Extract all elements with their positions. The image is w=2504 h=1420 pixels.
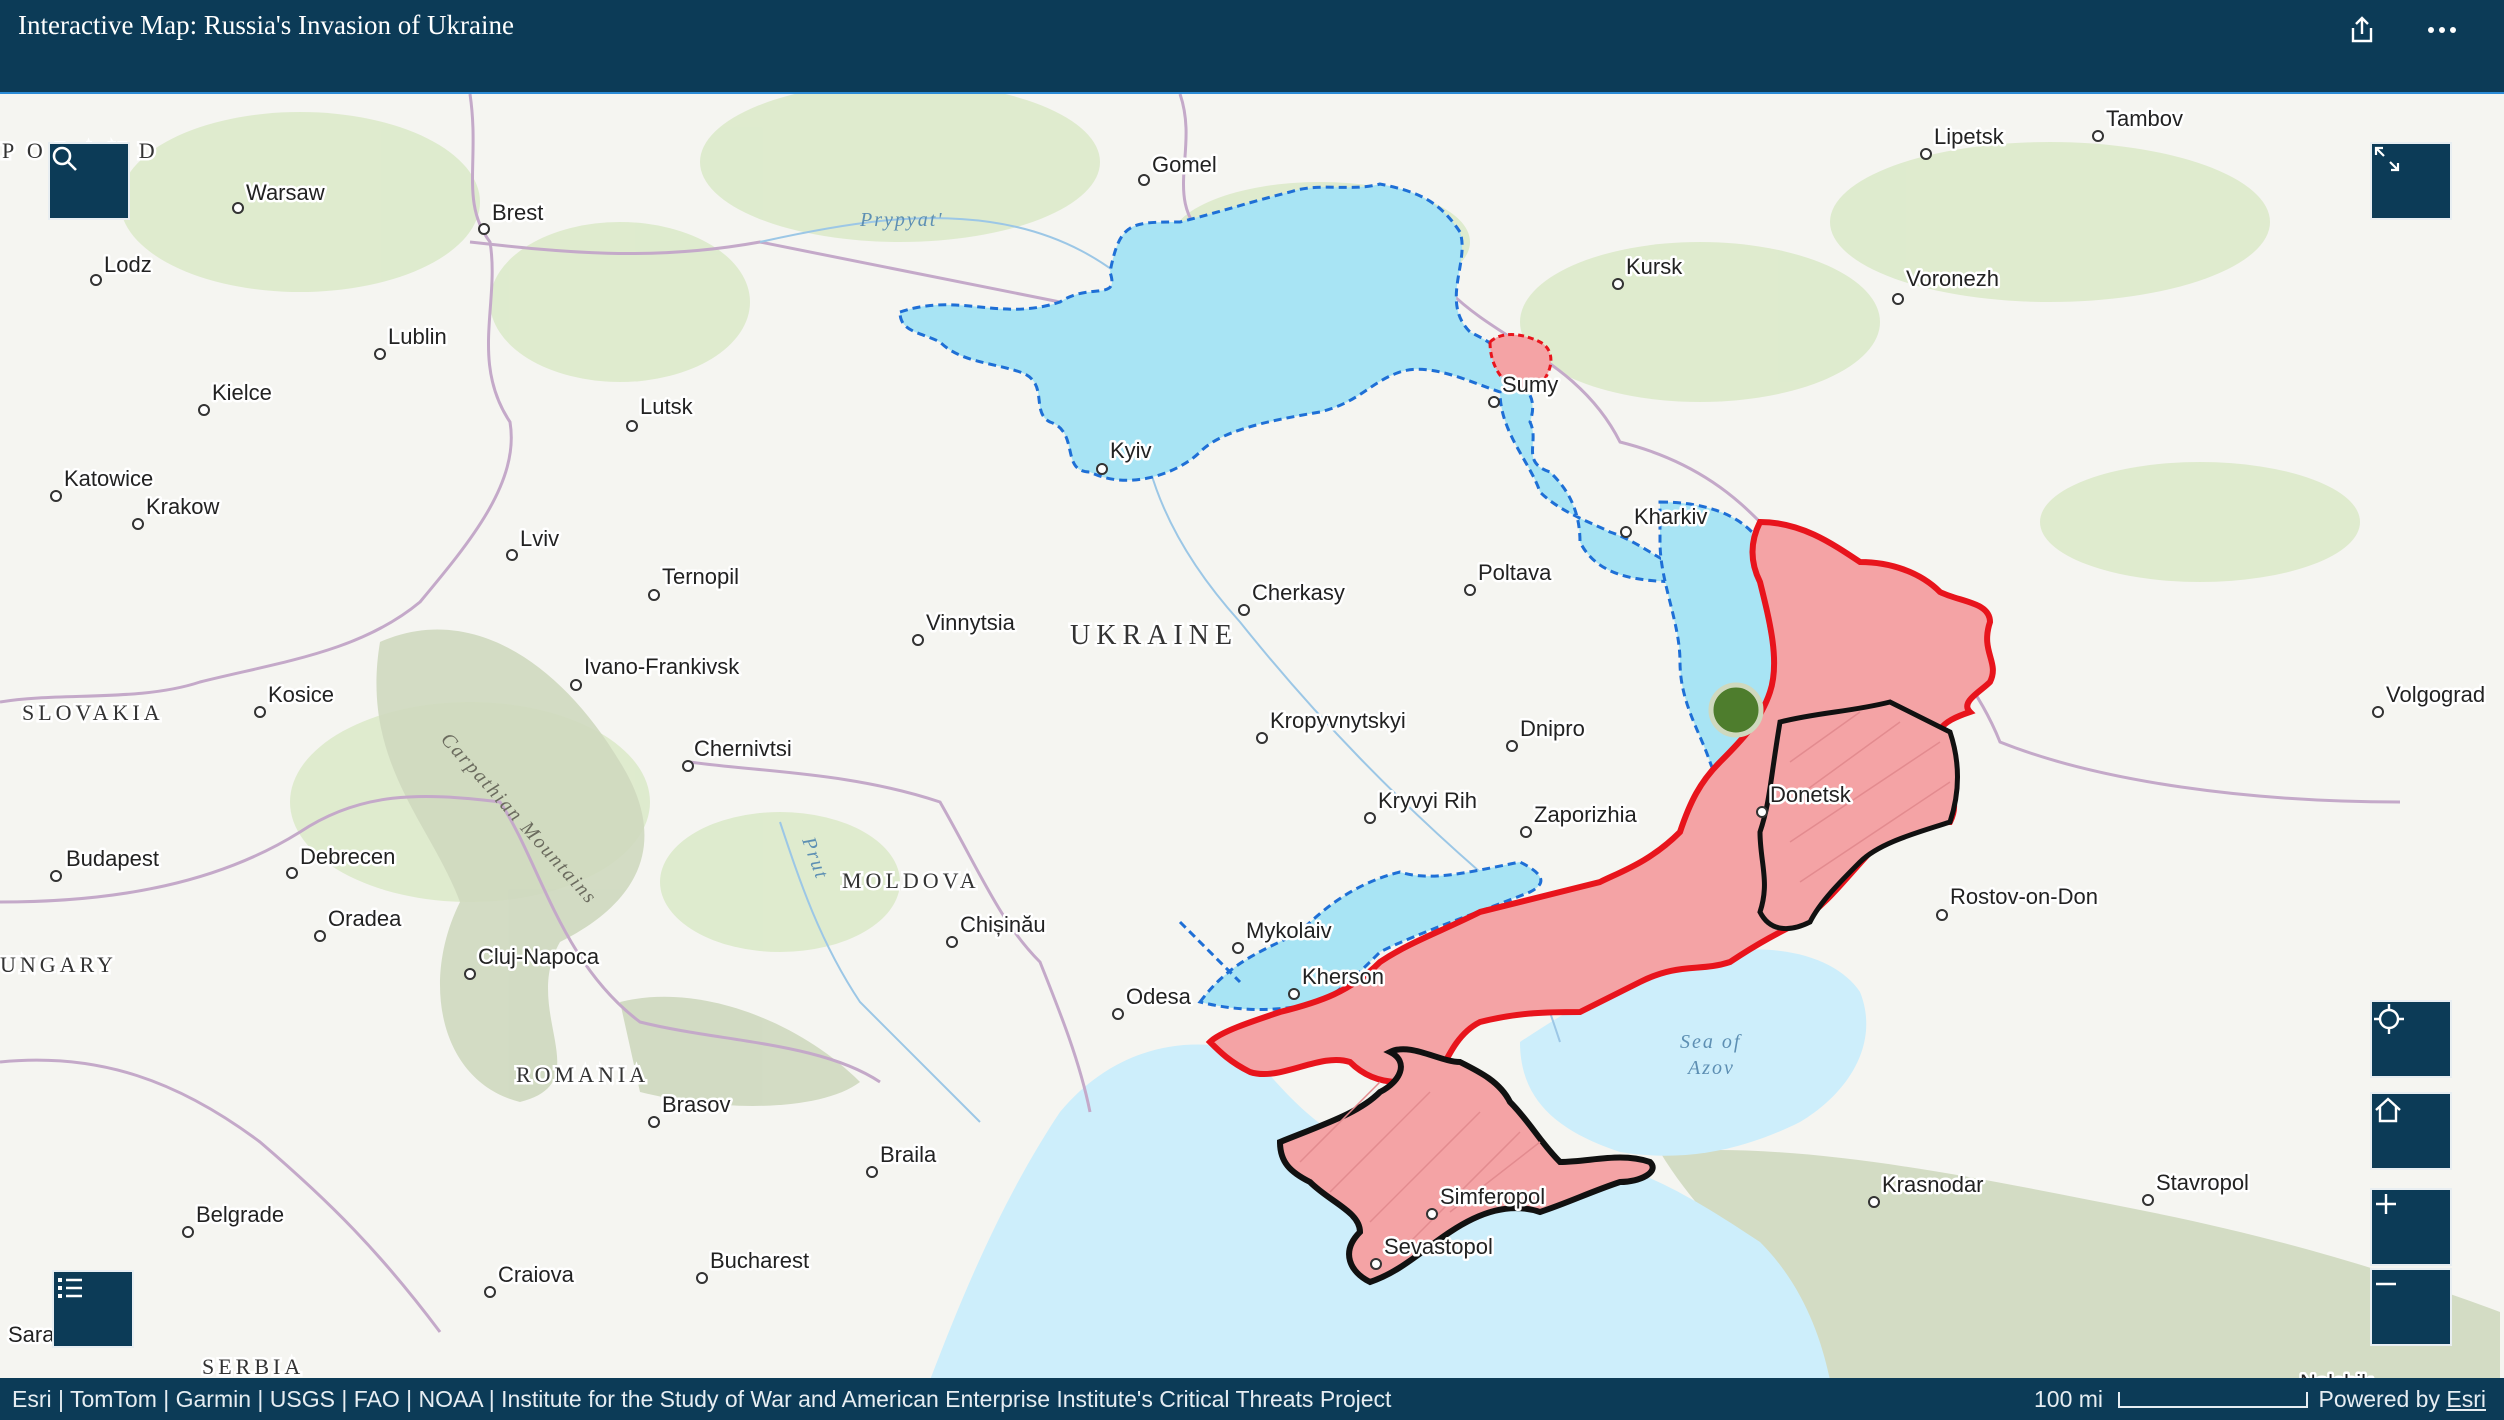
city-sumy: Sumy bbox=[1502, 372, 1558, 397]
country-label-serbia: SERBIA bbox=[202, 1354, 304, 1378]
city-lipetsk: Lipetsk bbox=[1934, 124, 2005, 149]
share-button[interactable] bbox=[2340, 8, 2384, 52]
city-zaporizhia: Zaporizhia bbox=[1534, 802, 1637, 827]
city-warsaw: Warsaw bbox=[246, 180, 325, 205]
country-label-slovakia: SLOVAKIA bbox=[22, 700, 164, 725]
city-tambov: Tambov bbox=[2106, 106, 2183, 131]
city-katowice: Katowice bbox=[64, 466, 153, 491]
city-krasnodar: Krasnodar bbox=[1882, 1172, 1984, 1197]
city-stavropol: Stavropol bbox=[2156, 1170, 2249, 1195]
city-dnipro: Dnipro bbox=[1520, 716, 1585, 741]
home-button[interactable] bbox=[2370, 1092, 2452, 1170]
search-button[interactable] bbox=[48, 142, 130, 220]
city-rostov-on-don: Rostov-on-Don bbox=[1950, 884, 2098, 909]
water-label-sea-of: Sea of bbox=[1680, 1031, 1742, 1053]
legend-button[interactable] bbox=[52, 1270, 134, 1348]
city-chisinau: Chișinău bbox=[960, 912, 1046, 937]
city-sevastopol: Sevastopol bbox=[1384, 1234, 1493, 1259]
city-lublin: Lublin bbox=[388, 324, 447, 349]
city-craiova: Craiova bbox=[498, 1262, 575, 1287]
search-icon bbox=[52, 146, 77, 171]
city-poltava: Poltava bbox=[1478, 560, 1552, 585]
fullscreen-button[interactable] bbox=[2370, 142, 2452, 220]
legend-icon bbox=[58, 1278, 82, 1298]
home-icon bbox=[2375, 1097, 2401, 1123]
city-kropyvnytskyi: Kropyvnytskyi bbox=[1270, 708, 1406, 733]
city-debrecen: Debrecen bbox=[300, 844, 395, 869]
city-ivano-frankivsk: Ivano-Frankivsk bbox=[584, 654, 740, 679]
city-donetsk: Donetsk bbox=[1770, 782, 1852, 807]
location-marker bbox=[1708, 682, 1764, 738]
city-gomel: Gomel bbox=[1152, 152, 1217, 177]
city-braila: Braila bbox=[880, 1142, 937, 1167]
city-kharkiv: Kharkiv bbox=[1634, 504, 1707, 529]
city-odesa: Odesa bbox=[1126, 984, 1192, 1009]
city-lviv: Lviv bbox=[520, 526, 559, 551]
scale-bar bbox=[2118, 1392, 2308, 1408]
attribution-text: Esri | TomTom | Garmin | USGS | FAO | NO… bbox=[12, 1386, 1392, 1412]
city-budapest: Budapest bbox=[66, 846, 159, 871]
city-kielce: Kielce bbox=[212, 380, 272, 405]
zoom-in-button[interactable] bbox=[2370, 1188, 2452, 1266]
city-ternopil: Ternopil bbox=[662, 564, 739, 589]
city-kursk: Kursk bbox=[1626, 254, 1683, 279]
scale-label: 100 mi bbox=[2034, 1386, 2104, 1412]
expand-icon bbox=[2374, 146, 2400, 172]
attribution-bar: Esri | TomTom | Garmin | USGS | FAO | NO… bbox=[0, 1378, 2504, 1420]
zoom-out-button[interactable] bbox=[2370, 1268, 2452, 1346]
city-krakow: Krakow bbox=[146, 494, 219, 519]
page-title: Interactive Map: Russia's Invasion of Uk… bbox=[18, 10, 514, 40]
header-bar: Interactive Map: Russia's Invasion of Uk… bbox=[0, 0, 2504, 92]
country-label-moldova: MOLDOVA bbox=[842, 868, 980, 893]
locate-icon bbox=[2374, 1004, 2404, 1034]
water-label-azov: Azov bbox=[1686, 1057, 1735, 1079]
city-belgrade: Belgrade bbox=[196, 1202, 284, 1227]
city-kosice: Kosice bbox=[268, 682, 334, 707]
city-cherkasy: Cherkasy bbox=[1252, 580, 1345, 605]
country-label-romania: ROMANIA bbox=[516, 1062, 649, 1087]
city-simferopol: Simferopol bbox=[1440, 1184, 1545, 1209]
city-lutsk: Lutsk bbox=[640, 394, 694, 419]
city-sara: Sara bbox=[8, 1322, 55, 1347]
city-oradea: Oradea bbox=[328, 906, 402, 931]
city-vinnytsia: Vinnytsia bbox=[926, 610, 1016, 635]
zoom-out-icon bbox=[2376, 1282, 2396, 1286]
share-icon bbox=[2351, 16, 2373, 43]
esri-link[interactable]: Esri bbox=[2446, 1386, 2486, 1412]
map-view[interactable]: UKRAINE SLOVAKIA MOLDOVA ROMANIA SERBIA … bbox=[0, 92, 2504, 1378]
city-lodz: Lodz bbox=[104, 252, 152, 277]
city-kherson: Kherson bbox=[1302, 964, 1384, 989]
water-label-prypyat: Prypyat' bbox=[859, 209, 944, 231]
city-brest: Brest bbox=[492, 200, 543, 225]
city-mykolaiv: Mykolaiv bbox=[1246, 918, 1332, 943]
powered-by: Powered by Esri bbox=[2319, 1386, 2486, 1413]
city-kyiv: Kyiv bbox=[1110, 438, 1152, 463]
locate-button[interactable] bbox=[2370, 1000, 2452, 1078]
city-kryvyi-rih: Kryvyi Rih bbox=[1378, 788, 1477, 813]
city-volgograd: Volgograd bbox=[2386, 682, 2485, 707]
zoom-in-icon bbox=[2376, 1194, 2396, 1214]
city-bucharest: Bucharest bbox=[710, 1248, 809, 1273]
city-nalchik: Nalchik bbox=[2300, 1370, 2373, 1378]
country-label-ukraine: UKRAINE bbox=[1070, 620, 1238, 651]
more-icon bbox=[2428, 27, 2456, 33]
more-options-button[interactable] bbox=[2420, 8, 2464, 52]
city-cluj-napoca: Cluj-Napoca bbox=[478, 944, 600, 969]
country-label-hungary: UNGARY bbox=[0, 952, 117, 977]
city-voronezh: Voronezh bbox=[1906, 266, 1999, 291]
map-canvas[interactable]: UKRAINE SLOVAKIA MOLDOVA ROMANIA SERBIA … bbox=[0, 94, 2504, 1378]
city-brasov: Brasov bbox=[662, 1092, 730, 1117]
city-chernivtsi: Chernivtsi bbox=[694, 736, 792, 761]
powered-by-text: Powered by bbox=[2318, 1386, 2440, 1412]
